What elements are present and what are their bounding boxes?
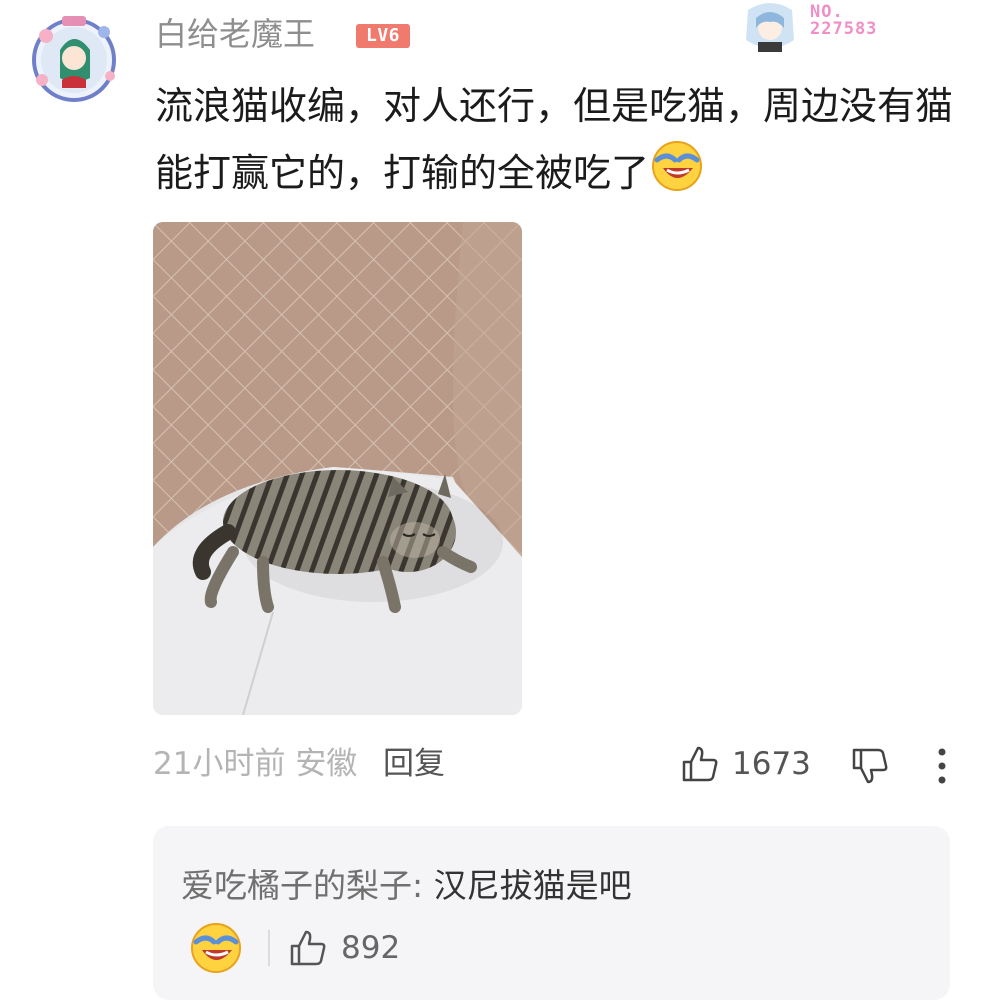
comment-meta: 21小时前 安徽	[153, 742, 357, 786]
more-options-icon[interactable]	[928, 746, 956, 786]
comment-body: 流浪猫收编，对人还行，但是吃猫，周边没有猫能打赢它的，打输的全被吃了	[155, 84, 954, 195]
reply-divider	[268, 930, 270, 966]
level-badge: LV6	[356, 24, 410, 48]
username[interactable]: 白给老魔王	[155, 12, 315, 56]
fan-badge-avatar	[738, 0, 802, 56]
reply-separator: :	[412, 866, 434, 905]
thumbs-down-icon[interactable]	[850, 746, 890, 786]
laughing-crying-emoji-icon	[188, 920, 244, 976]
reply-author[interactable]: 爱吃橘子的梨子	[181, 866, 412, 905]
laughing-crying-emoji-icon	[649, 138, 705, 213]
reply-body: 汉尼拔猫是吧	[433, 866, 632, 905]
reply-thumbs-up-icon[interactable]	[288, 928, 328, 968]
comment-time: 21小时前	[153, 746, 286, 782]
thumbs-up-icon[interactable]	[680, 744, 720, 784]
like-count: 1673	[732, 746, 811, 782]
fan-badge-number: NO. 227583	[810, 2, 878, 39]
reply-button[interactable]: 回复	[383, 742, 445, 786]
comment-location: 安徽	[295, 746, 358, 782]
reply-text[interactable]: 爱吃橘子的梨子: 汉尼拔猫是吧	[181, 862, 632, 910]
user-avatar[interactable]	[24, 10, 128, 104]
reply-like-count: 892	[341, 930, 401, 966]
comment-text: 流浪猫收编，对人还行，但是吃猫，周边没有猫能打赢它的，打输的全被吃了	[155, 74, 955, 213]
comment-photo[interactable]	[153, 222, 522, 715]
reply-container[interactable]	[153, 826, 950, 1000]
